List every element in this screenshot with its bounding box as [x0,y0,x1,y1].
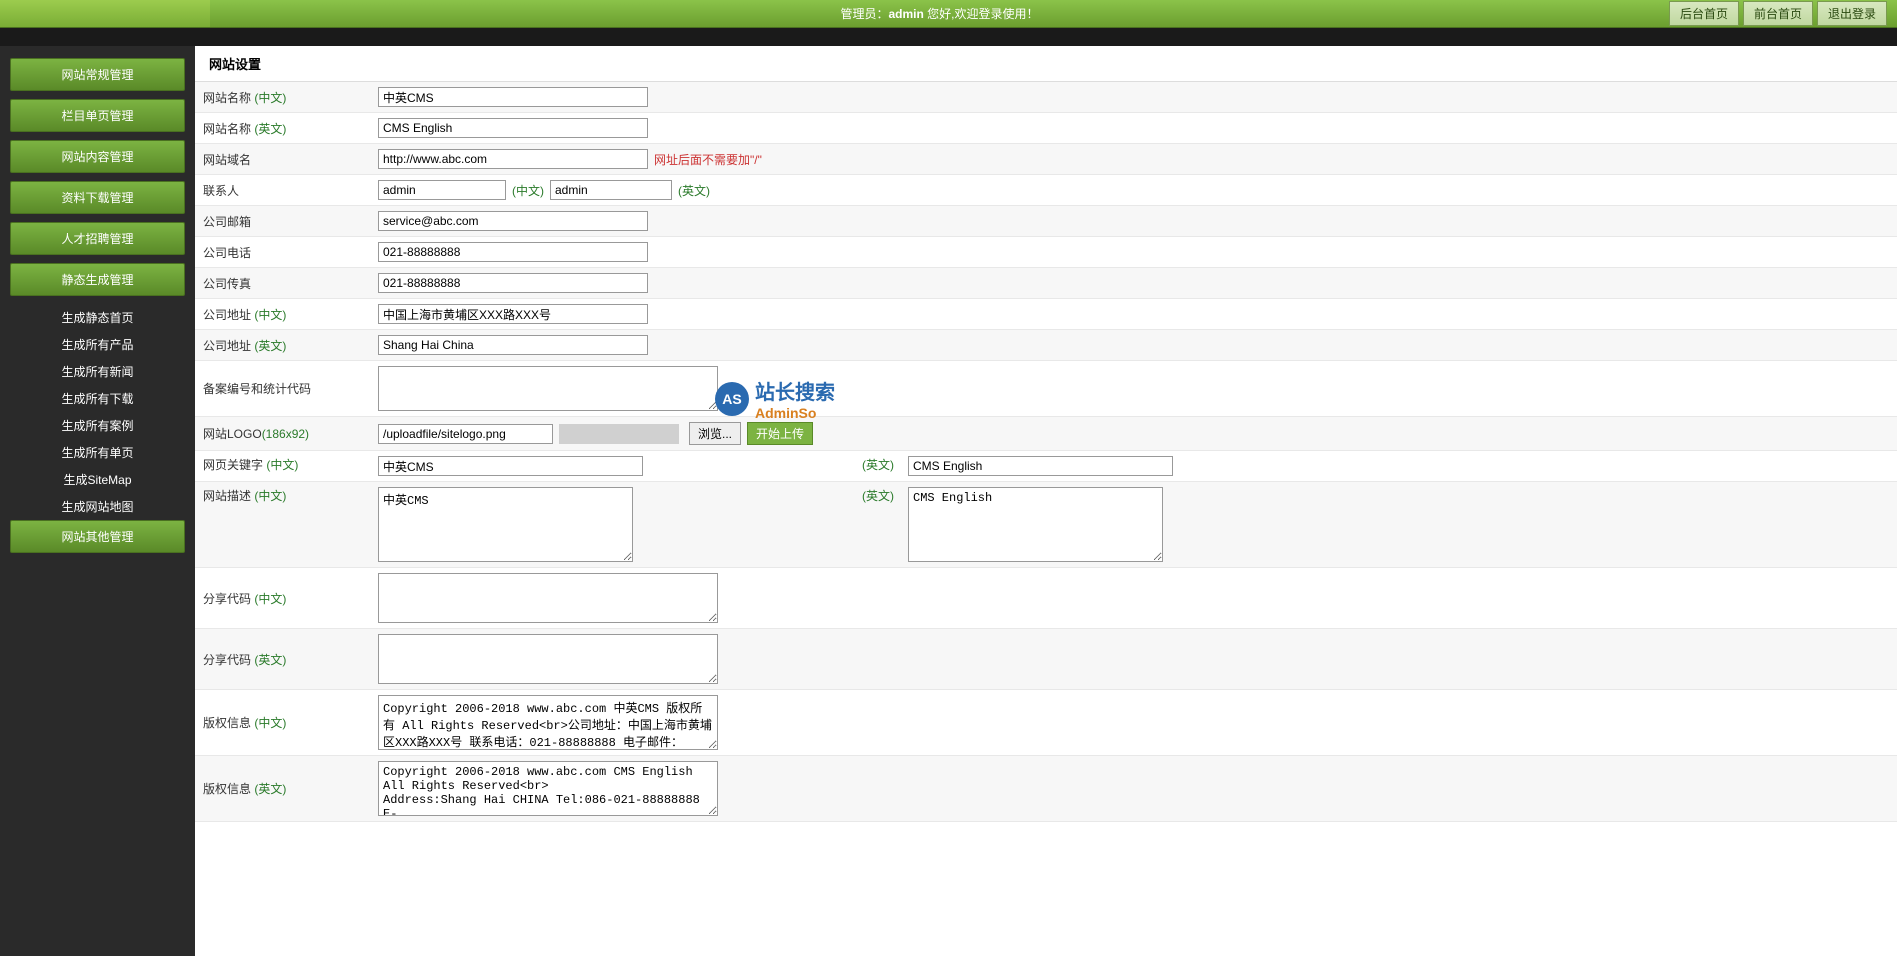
row-icp: 备案编号和统计代码 [195,361,1897,417]
icp-textarea[interactable] [378,366,718,411]
divider-bar [0,28,1897,46]
domain-input[interactable] [378,149,648,169]
keywords-en-input[interactable] [908,456,1173,476]
copyright-en-textarea[interactable] [378,761,718,816]
desc-cn-textarea[interactable] [378,487,633,562]
domain-hint: 网址后面不需要加"/" [654,151,762,168]
row-desc: 网站描述 (中文) (英文) [195,482,1897,568]
sub-gen-products[interactable]: 生成所有产品 [10,331,185,358]
header-bar: 管理员：admin 您好,欢迎登录使用！ 后台首页 前台首页 退出登录 [0,0,1897,28]
sidebar: 网站常规管理 栏目单页管理 网站内容管理 资料下载管理 人才招聘管理 静态生成管… [0,46,195,956]
sub-gen-sitemap-cn[interactable]: 生成网站地图 [10,493,185,520]
row-email: 公司邮箱 [195,206,1897,237]
row-share-cn: 分享代码 (中文) [195,568,1897,629]
nav-column-page[interactable]: 栏目单页管理 [10,99,185,132]
sub-gen-downloads[interactable]: 生成所有下载 [10,385,185,412]
nav-site-content[interactable]: 网站内容管理 [10,140,185,173]
row-sitename-cn: 网站名称 (中文) [195,82,1897,113]
share-cn-textarea[interactable] [378,573,718,623]
backend-home-button[interactable]: 后台首页 [1669,1,1739,26]
copyright-cn-textarea[interactable] [378,695,718,750]
row-contact: 联系人 (中文) (英文) [195,175,1897,206]
sub-gen-cases[interactable]: 生成所有案例 [10,412,185,439]
address-cn-input[interactable] [378,304,648,324]
email-input[interactable] [378,211,648,231]
row-keywords: 网页关键字 (中文) (英文) [195,451,1897,482]
sub-gen-sitemap[interactable]: 生成SiteMap [10,466,185,493]
desc-en-textarea[interactable] [908,487,1163,562]
fax-input[interactable] [378,273,648,293]
share-en-textarea[interactable] [378,634,718,684]
logo-preview [559,424,679,444]
keywords-cn-input[interactable] [378,456,643,476]
sub-gen-home[interactable]: 生成静态首页 [10,304,185,331]
nav-site-other[interactable]: 网站其他管理 [10,520,185,553]
row-copyright-cn: 版权信息 (中文) [195,690,1897,756]
section-title: 网站设置 [195,46,1897,82]
row-copyright-en: 版权信息 (英文) [195,756,1897,822]
row-domain: 网站域名 网址后面不需要加"/" [195,144,1897,175]
nav-site-general[interactable]: 网站常规管理 [10,58,185,91]
upload-button[interactable]: 开始上传 [747,422,813,445]
address-en-input[interactable] [378,335,648,355]
row-address-cn: 公司地址 (中文) [195,299,1897,330]
nav-hr[interactable]: 人才招聘管理 [10,222,185,255]
row-sitename-en: 网站名称 (英文) [195,113,1897,144]
nav-download[interactable]: 资料下载管理 [10,181,185,214]
header-welcome: 管理员：admin 您好,欢迎登录使用！ [210,5,1669,22]
row-share-en: 分享代码 (英文) [195,629,1897,690]
phone-input[interactable] [378,242,648,262]
logout-button[interactable]: 退出登录 [1817,1,1887,26]
header-logo-area [0,0,210,27]
row-phone: 公司电话 [195,237,1897,268]
header-actions: 后台首页 前台首页 退出登录 [1669,1,1887,26]
browse-button[interactable]: 浏览... [689,422,741,445]
sub-gen-news[interactable]: 生成所有新闻 [10,358,185,385]
sub-gen-pages[interactable]: 生成所有单页 [10,439,185,466]
logo-path-input[interactable] [378,424,553,444]
contact-en-input[interactable] [550,180,672,200]
main-content: 网站设置 网站名称 (中文) 网站名称 (英文) 网站域名 网址后面不需要加"/… [195,46,1897,956]
sitename-cn-input[interactable] [378,87,648,107]
nav-static-gen[interactable]: 静态生成管理 [10,263,185,296]
sitename-en-input[interactable] [378,118,648,138]
row-address-en: 公司地址 (英文) [195,330,1897,361]
frontend-home-button[interactable]: 前台首页 [1743,1,1813,26]
contact-cn-input[interactable] [378,180,506,200]
row-fax: 公司传真 [195,268,1897,299]
row-logo: 网站LOGO(186x92) 浏览... 开始上传 [195,417,1897,451]
